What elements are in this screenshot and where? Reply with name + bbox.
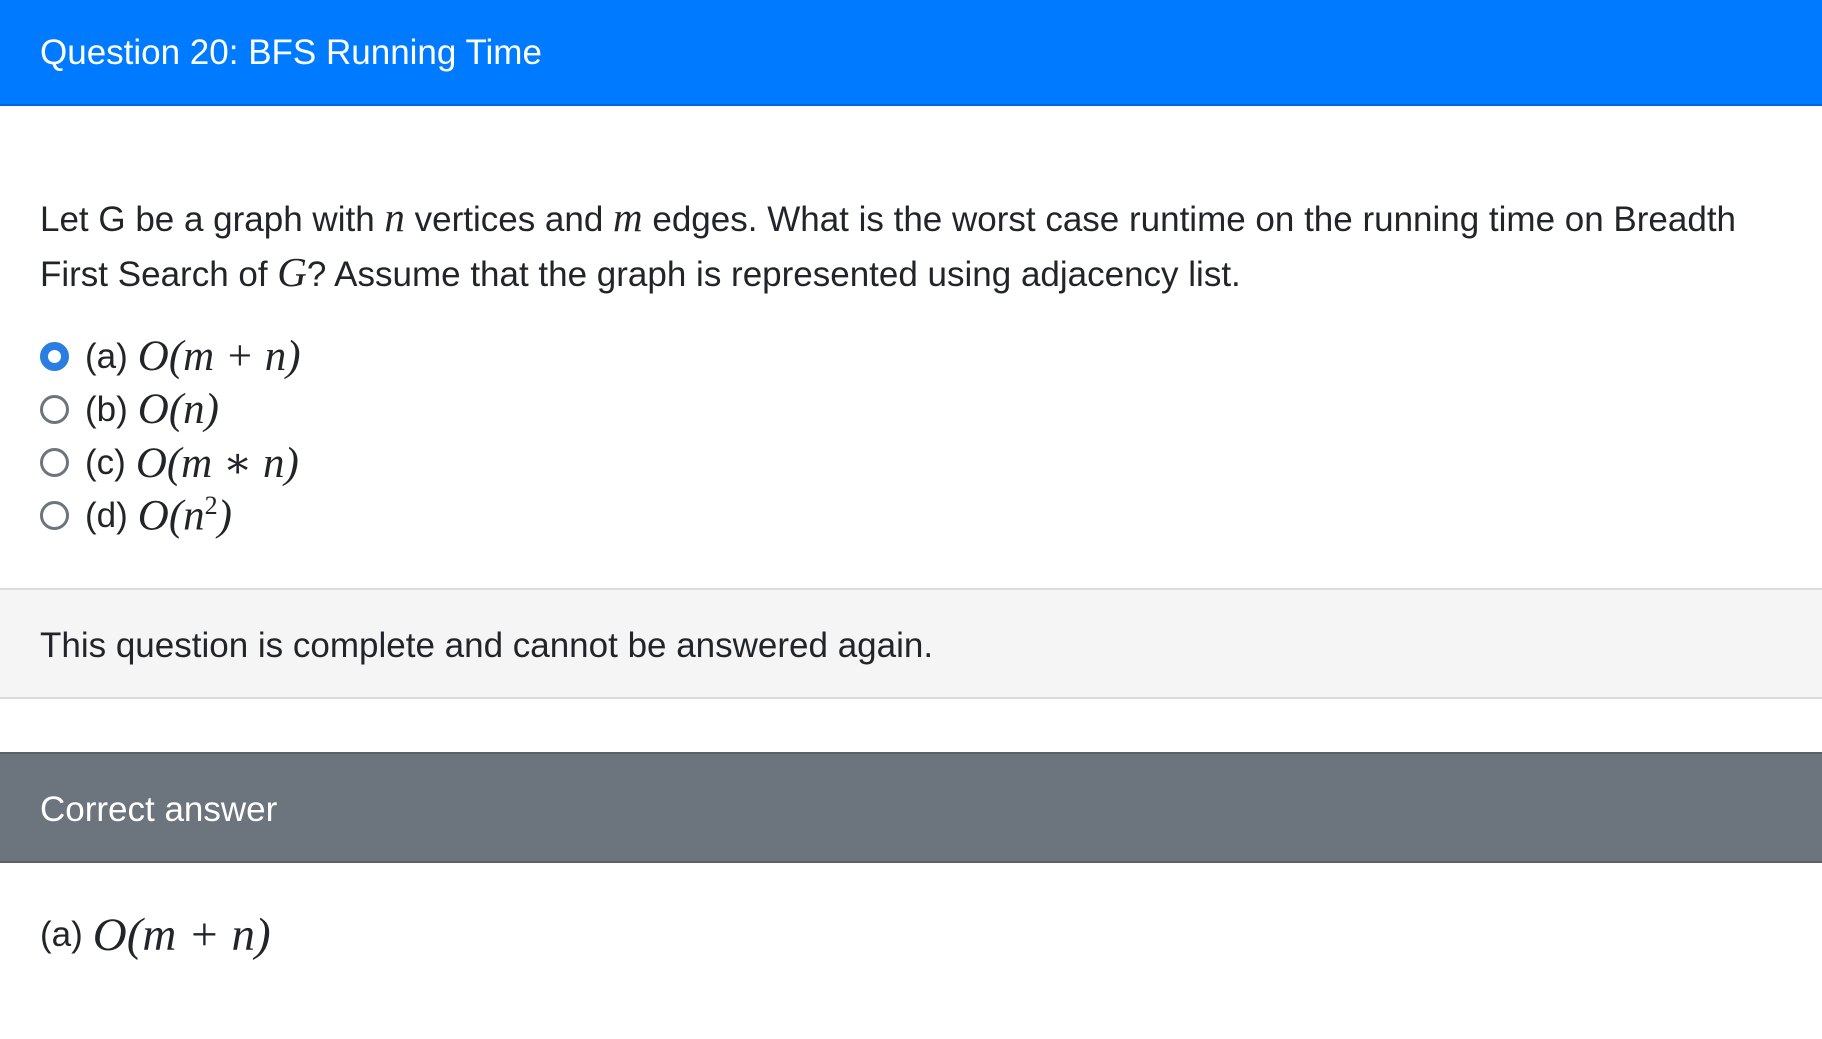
option-b[interactable]: (b) O(n) bbox=[40, 383, 301, 436]
math-var-n: n bbox=[384, 194, 405, 240]
correct-answer-body: (a) O(m + n) bbox=[40, 905, 271, 965]
radio-checked-icon[interactable] bbox=[40, 342, 69, 371]
option-math: O(n) bbox=[137, 386, 219, 433]
correct-answer-header: Correct answer bbox=[0, 752, 1822, 863]
question-title: Question 20: BFS Running Time bbox=[40, 33, 542, 72]
option-math: O(m + n) bbox=[137, 333, 301, 380]
option-math-exponent: 2 bbox=[204, 490, 218, 520]
correct-answer-math: O(m + n) bbox=[92, 909, 271, 961]
option-c[interactable]: (c) O(m ∗ n) bbox=[40, 436, 301, 489]
option-math-close: ) bbox=[217, 492, 232, 540]
math-var-m: m bbox=[613, 194, 643, 240]
radio-unchecked-icon[interactable] bbox=[40, 448, 69, 477]
radio-unchecked-icon[interactable] bbox=[40, 501, 69, 530]
option-math: O(n2) bbox=[138, 491, 232, 540]
option-d[interactable]: (d) O(n2) bbox=[40, 489, 301, 542]
option-math: O(m ∗ n) bbox=[135, 439, 299, 487]
question-text-part: ? Assume that the graph is represented u… bbox=[306, 255, 1241, 294]
option-math-base: O(n bbox=[137, 492, 205, 540]
status-message: This question is complete and cannot be … bbox=[40, 626, 934, 665]
status-panel: This question is complete and cannot be … bbox=[0, 588, 1822, 699]
option-label: (d) bbox=[85, 495, 128, 535]
option-label: (b) bbox=[85, 389, 128, 429]
radio-unchecked-icon[interactable] bbox=[40, 395, 69, 424]
option-a[interactable]: (a) O(m + n) bbox=[40, 330, 301, 383]
math-var-g: G bbox=[277, 249, 307, 295]
question-header: Question 20: BFS Running Time bbox=[0, 0, 1822, 106]
question-text-part: vertices and bbox=[404, 200, 614, 239]
option-label: (a) bbox=[85, 336, 128, 376]
correct-answer-label: (a) bbox=[40, 915, 83, 954]
correct-answer-title: Correct answer bbox=[40, 790, 278, 829]
answer-options: (a) O(m + n) (b) O(n) (c) O(m ∗ n) (d) O… bbox=[40, 330, 301, 542]
question-text-part: Let G be a graph with bbox=[40, 200, 385, 239]
question-text: Let G be a graph with n vertices and m e… bbox=[40, 191, 1785, 301]
option-label: (c) bbox=[85, 442, 126, 482]
